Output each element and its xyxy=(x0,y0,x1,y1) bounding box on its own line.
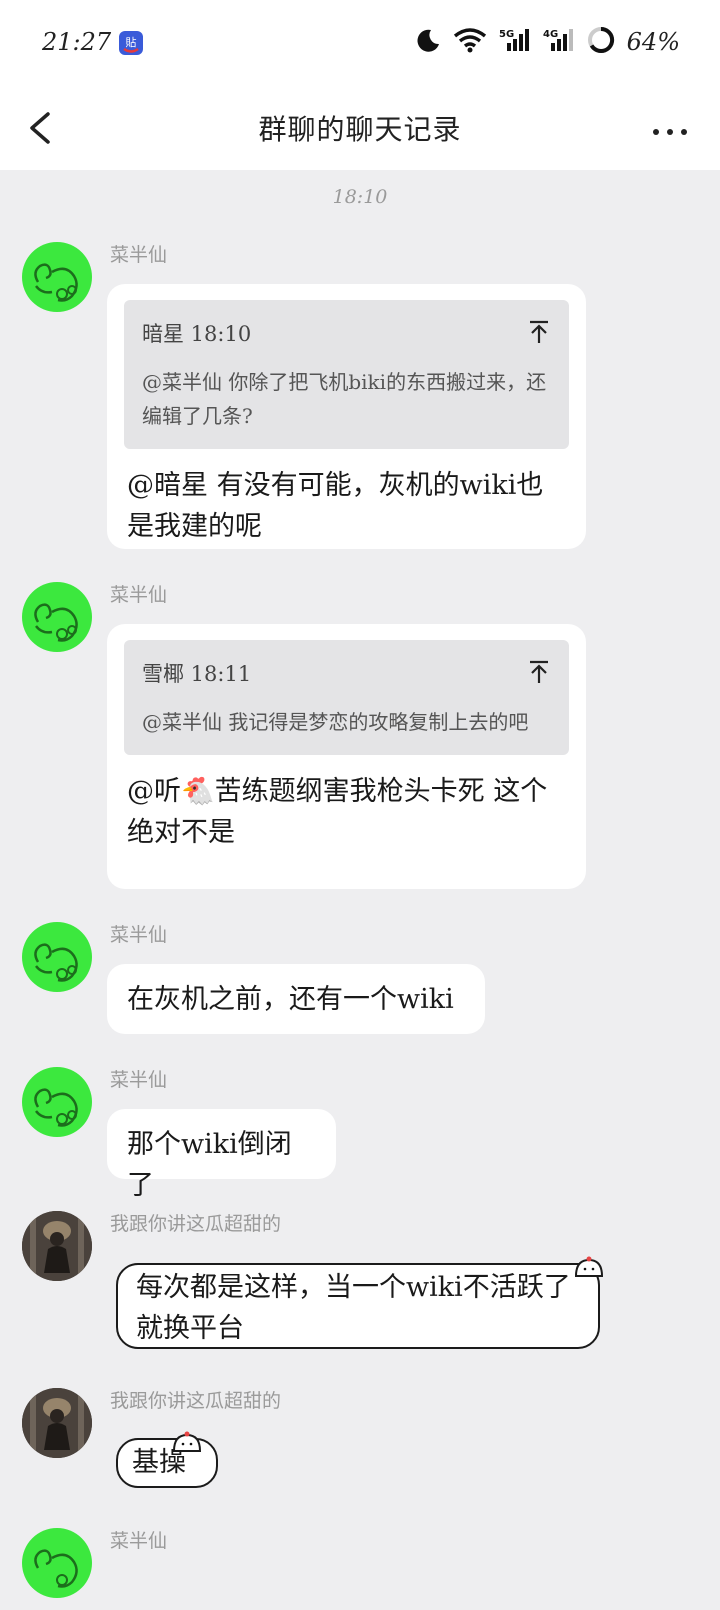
sender-name: 菜半仙 xyxy=(110,1530,168,1552)
knight-avatar-icon xyxy=(22,1211,92,1281)
sender-name: 我跟你讲这瓜超甜的 xyxy=(110,1213,282,1235)
wifi-icon xyxy=(453,27,487,57)
status-time: 21:27 xyxy=(42,28,112,56)
quote-text: @菜半仙 我记得是梦恋的攻略复制上去的吧 xyxy=(142,710,529,734)
avatar[interactable] xyxy=(22,1211,92,1281)
chat-timestamp: 18:10 xyxy=(332,186,388,208)
nav-bar: 群聊的聊天记录 xyxy=(0,88,720,170)
more-button[interactable] xyxy=(650,110,690,150)
quoted-message[interactable]: 雪椰 18:11 @菜半仙 我记得是梦恋的攻略复制上去的吧 xyxy=(124,640,569,755)
page-title: 群聊的聊天记录 xyxy=(258,113,462,146)
moon-icon xyxy=(415,27,441,57)
message-bubble[interactable]: 在灰机之前，还有一个wiki xyxy=(107,964,485,1034)
knight-avatar-icon xyxy=(22,1388,92,1458)
signal-5g-icon: 5G xyxy=(499,27,531,57)
network-4g: 4G xyxy=(543,29,558,40)
message-text: @暗星 有没有可能，灰机的wiki也是我建的呢 xyxy=(127,470,544,542)
avatar[interactable] xyxy=(22,922,92,992)
avatar[interactable] xyxy=(22,1067,92,1137)
battery-icon xyxy=(587,26,615,58)
cartoon-avatar-icon xyxy=(34,1549,78,1588)
sender-name: 我跟你讲这瓜超甜的 xyxy=(110,1390,282,1412)
bubble-decoration-icon xyxy=(574,1249,604,1277)
quoted-message[interactable]: 暗星 18:10 @菜半仙 你除了把飞机biki的东西搬过来，还编辑了几条? xyxy=(124,300,569,449)
more-dots-icon xyxy=(653,129,687,135)
quote-header: 雪椰 18:11 xyxy=(142,662,252,686)
message-bubble[interactable]: 雪椰 18:11 @菜半仙 我记得是梦恋的攻略复制上去的吧 @听🐔苦练题纲害我枪… xyxy=(107,624,586,889)
avatar[interactable] xyxy=(22,242,92,312)
sender-name: 菜半仙 xyxy=(110,924,168,946)
avatar[interactable] xyxy=(22,1528,92,1598)
message-bubble[interactable]: 基操 xyxy=(116,1431,218,1488)
battery-level: 64% xyxy=(626,28,680,56)
quote-text: @菜半仙 你除了把飞机biki的东西搬过来，还编辑了几条? xyxy=(142,370,547,428)
cartoon-avatar-icon xyxy=(34,943,78,982)
jump-to-quote-icon[interactable] xyxy=(527,316,551,343)
network-5g: 5G xyxy=(499,29,514,40)
sender-name: 菜半仙 xyxy=(110,584,168,606)
cartoon-avatar-icon xyxy=(34,263,78,302)
message-bubble[interactable]: 那个wiki倒闭了 xyxy=(107,1109,336,1201)
message-text: 在灰机之前，还有一个wiki xyxy=(127,984,454,1015)
message-bubble[interactable]: 暗星 18:10 @菜半仙 你除了把飞机biki的东西搬过来，还编辑了几条? @… xyxy=(107,284,586,549)
status-bar: 21:27 貼 5G 4G 64% xyxy=(0,0,720,88)
jump-to-quote-icon[interactable] xyxy=(527,656,551,683)
avatar[interactable] xyxy=(22,582,92,652)
cartoon-avatar-icon xyxy=(34,1088,78,1127)
cartoon-avatar-icon xyxy=(34,603,78,642)
sender-name: 菜半仙 xyxy=(110,1069,168,1091)
status-indicators: 5G 4G 64% xyxy=(415,26,680,58)
message-text: 每次都是这样，当一个wiki不活跃了就换平台 xyxy=(136,1272,571,1344)
signal-4g-icon: 4G xyxy=(543,27,575,57)
avatar[interactable] xyxy=(22,1388,92,1458)
message-text: 那个wiki倒闭了 xyxy=(127,1129,292,1201)
svg-text:貼: 貼 xyxy=(126,35,137,49)
message-text: @听🐔苦练题纲害我枪头卡死 这个绝对不是 xyxy=(127,776,548,848)
sender-name: 菜半仙 xyxy=(110,244,168,266)
tieba-icon: 貼 xyxy=(118,30,144,56)
bubble-decoration-icon xyxy=(172,1424,202,1452)
message-bubble[interactable]: 每次都是这样，当一个wiki不活跃了就换平台 xyxy=(116,1256,604,1349)
quote-header: 暗星 18:10 xyxy=(142,322,252,346)
